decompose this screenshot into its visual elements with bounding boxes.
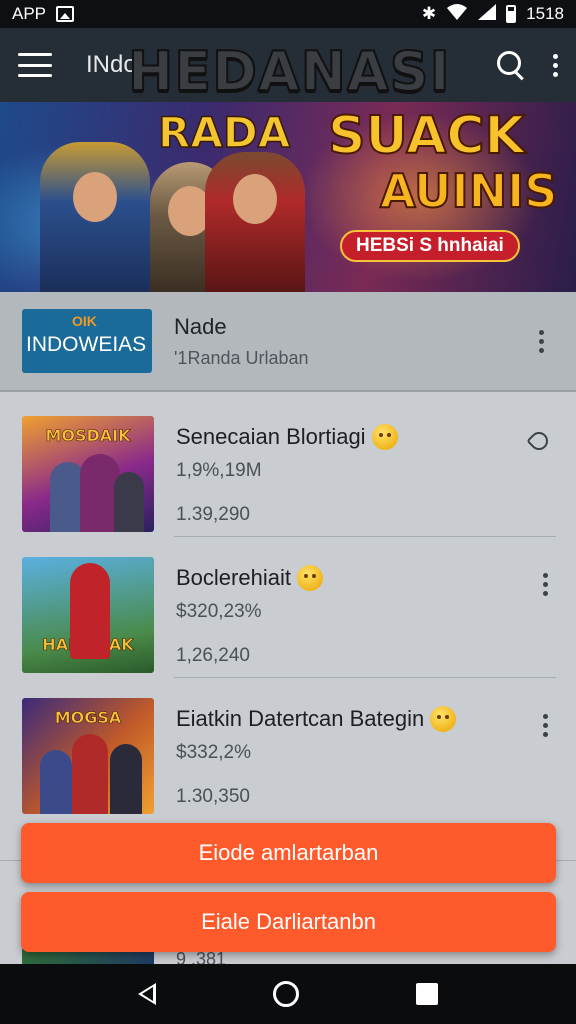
- item-menu-icon[interactable]: [542, 573, 548, 596]
- list-item[interactable]: MOSDAIK Senecaian Blortiagi 1,9%,19M 1.3…: [0, 396, 576, 537]
- recents-icon[interactable]: [415, 983, 438, 1005]
- item-count: 1,26,240: [176, 645, 250, 666]
- status-time: 1518: [526, 4, 564, 23]
- item-title: Senecaian Blortiagi: [176, 424, 366, 449]
- game-thumbnail: MOSDAIK: [22, 416, 154, 532]
- item-title: Eiatkin Datertcan Bategin: [176, 706, 425, 731]
- thumb-label: MOSDAIK: [45, 426, 131, 445]
- signal-icon: [478, 3, 497, 25]
- banner-big-title: HEDANASI: [127, 39, 451, 104]
- banner-subheadline: AUINIS: [379, 163, 558, 219]
- item-meta: $332,2%: [176, 742, 252, 763]
- status-bar: APP ✱ 1518: [0, 0, 576, 28]
- list-item[interactable]: HANSMAK Boclerehiait $320,23% 1,26,240: [0, 537, 576, 678]
- bluetooth-icon: ✱: [421, 4, 437, 23]
- emoji-icon: [371, 424, 398, 450]
- home-icon[interactable]: [272, 981, 299, 1007]
- item-meta: $320,23%: [176, 601, 262, 622]
- featured-thumb-text: INDOWEIAS: [26, 333, 147, 356]
- secondary-action-button[interactable]: Eiale Darliartanbn: [21, 892, 556, 952]
- featured-item[interactable]: OIK INDOWEIAS Nade '1Randa Urlaban: [0, 292, 576, 392]
- promo-banner[interactable]: RADA SUACK AUINIS HEBSi S hnhaiai: [0, 102, 576, 292]
- featured-subtitle: '1Randa Urlaban: [174, 347, 309, 368]
- list-item[interactable]: MOGSA Eiatkin Datertcan Bategin $332,2% …: [0, 678, 576, 819]
- hero-figure-knight: [40, 142, 150, 292]
- item-count: 1.39,290: [176, 504, 250, 525]
- overflow-menu-icon[interactable]: [552, 53, 558, 77]
- banner-tag: HEBSi S hnhaiai: [340, 230, 520, 262]
- game-thumbnail: MOGSA: [22, 698, 154, 814]
- thumb-label: MOGSA: [54, 708, 122, 727]
- item-title: Boclerehiait: [176, 565, 291, 590]
- item-meta: 1,9%,19M: [176, 460, 262, 481]
- game-thumbnail: HANSMAK: [22, 557, 154, 673]
- image-icon: [56, 6, 75, 22]
- emoji-icon: [296, 565, 323, 591]
- primary-action-button[interactable]: Eiode amlartarban: [21, 823, 556, 883]
- game-list: MOSDAIK Senecaian Blortiagi 1,9%,19M 1.3…: [0, 396, 576, 819]
- pin-icon[interactable]: [526, 428, 552, 454]
- menu-icon[interactable]: [18, 53, 52, 77]
- app-label: APP: [12, 4, 47, 23]
- search-icon[interactable]: [496, 50, 526, 80]
- back-icon[interactable]: [138, 983, 157, 1005]
- featured-menu-icon[interactable]: [538, 329, 544, 353]
- featured-thumbnail: OIK INDOWEIAS: [22, 309, 152, 373]
- featured-name: Nade: [174, 313, 227, 339]
- item-count: 1.30,350: [176, 786, 250, 807]
- item-menu-icon[interactable]: [542, 714, 548, 737]
- emoji-icon: [430, 706, 457, 732]
- system-nav-bar: [0, 964, 576, 1024]
- banner-headline: SUACK: [327, 105, 526, 167]
- banner-left-text: RADA: [157, 107, 291, 158]
- battery-icon: [506, 5, 517, 23]
- hero-figure-gunner: [205, 152, 305, 292]
- wifi-icon: [446, 3, 468, 25]
- featured-thumb-tag: OIK: [72, 313, 97, 329]
